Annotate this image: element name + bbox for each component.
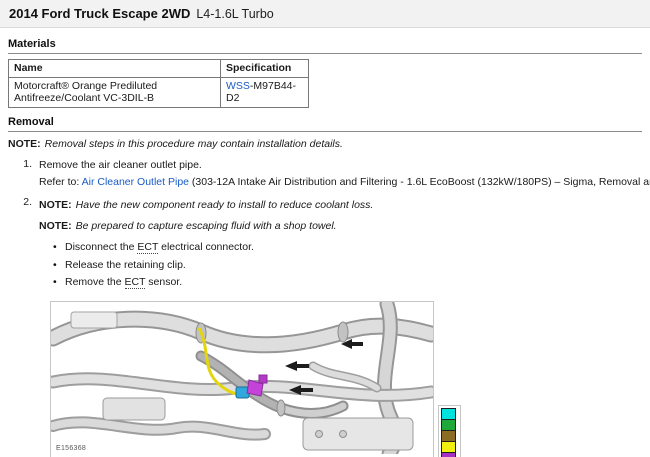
- bullet-list: Disconnect the ECT electrical connector.…: [53, 240, 642, 290]
- content-area: Materials Name Specification Motorcraft®…: [0, 28, 650, 457]
- note-label: NOTE:: [8, 138, 41, 150]
- bullet-item: Remove the ECT sensor.: [53, 275, 642, 290]
- bullet-dot: [53, 275, 65, 290]
- engine-diagram-svg: [51, 302, 433, 454]
- engine-subtitle: L4-1.6L Turbo: [196, 7, 273, 21]
- step-number: 2.: [8, 196, 32, 293]
- section-divider: [8, 131, 642, 132]
- bullet-text: Disconnect the ECT electrical connector.: [65, 240, 254, 255]
- note-label: NOTE:: [39, 220, 72, 232]
- bullet-text-pre: Remove the: [65, 276, 125, 288]
- figure-frame: E156368 Open In New Tab: [50, 301, 434, 457]
- step-1: 1. Remove the air cleaner outlet pipe. R…: [8, 158, 642, 189]
- table-row: Motorcraft® Orange Prediluted Antifreeze…: [9, 78, 309, 108]
- engine-illustration[interactable]: E156368: [51, 302, 433, 454]
- air-cleaner-outlet-pipe-link[interactable]: Air Cleaner Outlet Pipe: [82, 176, 189, 188]
- figure-area: E156368 Open In New Tab: [50, 301, 650, 457]
- refer-prefix: Refer to:: [39, 176, 82, 188]
- materials-heading: Materials: [8, 38, 642, 50]
- bullet-text: Remove the ECT sensor.: [65, 275, 182, 290]
- legend-swatch: [441, 452, 456, 457]
- page-header: 2014 Ford Truck Escape 2WD L4-1.6L Turbo: [0, 0, 650, 28]
- color-legend: [438, 405, 461, 457]
- ect-abbreviation[interactable]: ECT: [137, 241, 158, 254]
- bullet-text-post: sensor.: [145, 276, 182, 288]
- ect-abbreviation[interactable]: ECT: [125, 276, 146, 289]
- procedure-note: NOTE: Removal steps in this procedure may…: [8, 137, 642, 151]
- section-divider: [8, 53, 642, 54]
- step-1-body: Remove the air cleaner outlet pipe. Refe…: [39, 158, 650, 189]
- note-label: NOTE:: [39, 199, 72, 211]
- table-header-row: Name Specification: [9, 60, 309, 78]
- step-2: 2. NOTE: Have the new component ready to …: [8, 196, 642, 293]
- bullet-item: Release the retaining clip.: [53, 258, 642, 273]
- step-number: 1.: [8, 158, 32, 189]
- vehicle-title: 2014 Ford Truck Escape 2WD: [9, 6, 190, 21]
- service-manual-page: 2014 Ford Truck Escape 2WD L4-1.6L Turbo…: [0, 0, 650, 457]
- note-text: Have the new component ready to install …: [76, 199, 374, 211]
- note-text: Removal steps in this procedure may cont…: [45, 138, 343, 150]
- removal-heading: Removal: [8, 116, 642, 128]
- column-header-specification: Specification: [221, 60, 309, 78]
- step-1-reference: Refer to: Air Cleaner Outlet Pipe (303-1…: [39, 175, 650, 190]
- material-name-cell: Motorcraft® Orange Prediluted Antifreeze…: [9, 78, 221, 108]
- step-2-body: NOTE: Have the new component ready to ins…: [39, 196, 642, 293]
- step-2-note-1: NOTE: Have the new component ready to ins…: [39, 198, 642, 212]
- materials-table: Name Specification Motorcraft® Orange Pr…: [8, 59, 309, 108]
- note-text: Be prepared to capture escaping fluid wi…: [76, 220, 337, 232]
- figure-label: E156368: [56, 445, 86, 452]
- column-header-name: Name: [9, 60, 221, 78]
- bullet-dot: [53, 240, 65, 255]
- bullet-text-post: electrical connector.: [158, 241, 254, 253]
- step-2-note-2: NOTE: Be prepared to capture escaping flu…: [39, 219, 642, 233]
- step-1-text: Remove the air cleaner outlet pipe.: [39, 158, 650, 173]
- bullet-text-pre: Disconnect the: [65, 241, 137, 253]
- bullet-text: Release the retaining clip.: [65, 258, 186, 273]
- bullet-item: Disconnect the ECT electrical connector.: [53, 240, 642, 255]
- bullet-dot: [53, 258, 65, 273]
- refer-suffix: (303-12A Intake Air Distribution and Fil…: [189, 176, 650, 188]
- spec-standard-link[interactable]: WSS: [226, 80, 250, 92]
- material-spec-cell: WSS-M97B44-D2: [221, 78, 309, 108]
